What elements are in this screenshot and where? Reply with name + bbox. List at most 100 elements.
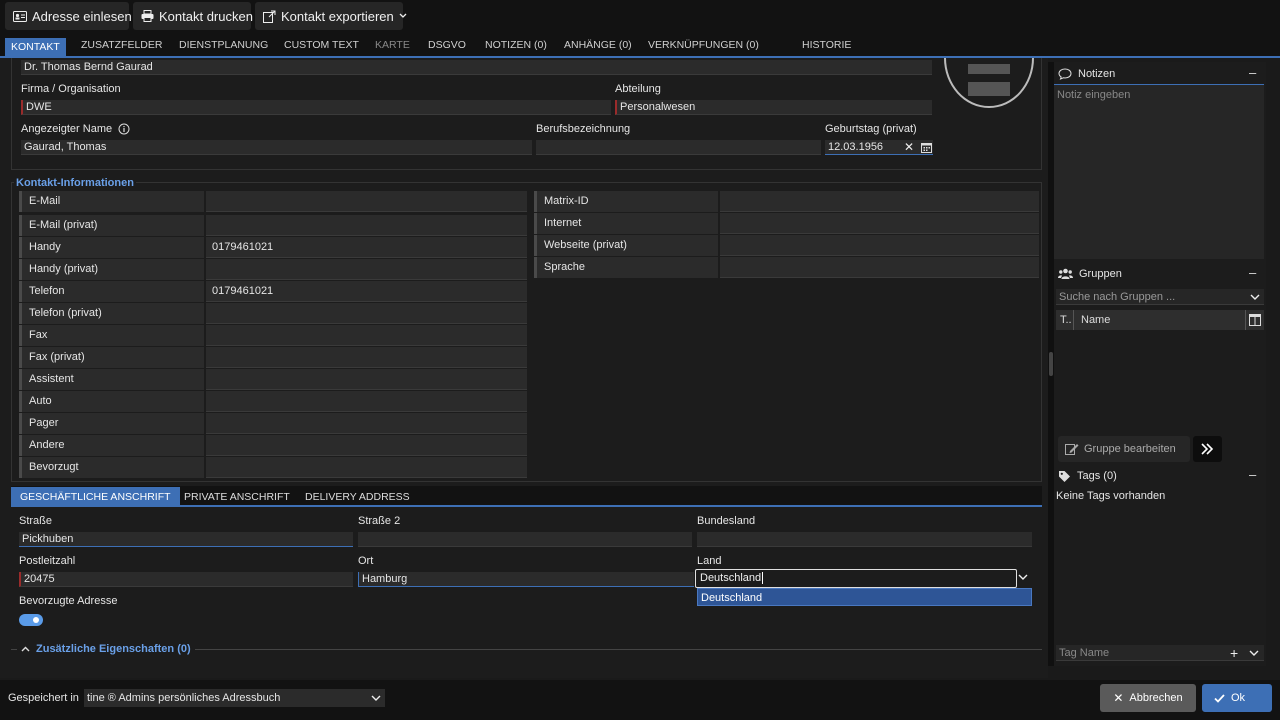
chevron-down-icon[interactable] [1249,650,1259,657]
job-title-label: Berufsbezeichnung [536,123,631,135]
state-field[interactable] [697,532,1032,547]
chevron-down-icon[interactable] [1018,574,1028,581]
contact-info-label: Fax [19,325,204,346]
export-contact-button[interactable]: Kontakt exportieren [255,2,407,30]
mobile-private-field[interactable] [206,259,527,280]
chevron-down-icon[interactable] [371,695,381,702]
other-phone-field[interactable] [206,435,527,456]
tags-title: Tags (0) [1077,470,1117,482]
saved-in-label: Gespeichert in [8,692,79,704]
chevron-down-icon[interactable] [1250,294,1260,301]
preferred-address-toggle[interactable] [19,614,43,626]
email-private-field[interactable] [206,215,527,236]
state-label: Bundesland [697,515,756,527]
assistant-field[interactable] [206,369,527,390]
matrix-id-field[interactable] [720,191,1039,212]
clear-date-icon[interactable]: ✕ [904,140,914,154]
ok-label: Ok [1231,692,1246,704]
display-name-field[interactable]: Gaurad, Thomas [21,140,532,155]
collapse-icon[interactable]: – [1249,467,1256,482]
contact-info-label: Matrix-ID [534,191,718,212]
internet-field[interactable] [720,213,1039,234]
phone-field[interactable]: 0179461021 [206,281,527,302]
tab-historie[interactable]: HISTORIE [796,39,857,58]
ok-button[interactable]: Ok [1202,684,1272,712]
fax-private-field[interactable] [206,347,527,368]
job-title-field[interactable] [536,140,821,155]
zip-field[interactable]: 20475 [19,572,353,587]
read-address-label: Adresse einlesen [32,8,132,24]
preferred-phone-field[interactable] [206,457,527,478]
extra-props-toggle[interactable]: Zusätzliche Eigenschaften (0) [17,643,195,655]
tab-verknuepfungen[interactable]: VERKNÜPFUNGEN (0) [642,39,765,58]
read-address-button[interactable]: Adresse einlesen [5,2,132,30]
print-contact-button[interactable]: Kontakt drucken [133,2,253,30]
tab-dienstplanung[interactable]: DIENSTPLANUNG [173,39,274,58]
splitter-handle[interactable] [1049,352,1053,376]
tag-name-placeholder: Tag Name [1059,647,1110,659]
language-field[interactable] [720,257,1039,278]
tab-dsgvo[interactable]: DSGVO [422,39,472,58]
id-card-icon [13,10,27,22]
country-dropdown-option[interactable]: Deutschland [697,588,1032,606]
contact-info-label: Handy [19,237,204,258]
tab-private-address[interactable]: PRIVATE ANSCHRIFT [184,487,290,507]
website-private-field[interactable] [720,235,1039,256]
export-icon [263,10,276,23]
city-field[interactable]: Hamburg [358,572,694,587]
country-label: Land [697,555,722,567]
edit-group-button[interactable]: Gruppe bearbeiten [1058,436,1190,462]
columns-icon[interactable] [1249,314,1261,326]
display-name-label-wrap: Angezeigter Name [21,123,130,135]
plus-icon[interactable]: + [1230,646,1238,660]
full-name-field[interactable]: Dr. Thomas Bernd Gaurad [21,60,932,75]
tab-delivery-address[interactable]: DELIVERY ADDRESS [305,487,410,507]
group-search-input[interactable]: Suche nach Gruppen ... [1056,289,1264,305]
tab-anhaenge[interactable]: ANHÄNGE (0) [558,39,638,58]
pager-field[interactable] [206,413,527,434]
chevron-up-icon [21,646,30,652]
notes-header: Notizen [1058,64,1115,84]
preferred-address-label: Bevorzugte Adresse [19,595,118,607]
groups-grid-header: T.. Name [1056,310,1264,330]
tab-business-address[interactable]: GESCHÄFTLICHE ANSCHRIFT [11,487,180,507]
tag-icon [1058,470,1071,483]
country-combobox[interactable]: Deutschland [695,569,1017,588]
tab-kontakt[interactable]: KONTAKT [5,38,66,58]
contact-info-label: Fax (privat) [19,347,204,368]
tab-notizen[interactable]: NOTIZEN (0) [479,39,553,58]
notes-textarea[interactable]: Notiz eingeben [1054,84,1264,259]
company-field[interactable]: DWE [21,100,611,115]
text-cursor [762,572,764,584]
contact-form: Dr. Thomas Bernd Gaurad Firma / Organisa… [0,58,1048,678]
tab-karte[interactable]: KARTE [369,39,416,58]
contact-info-label: Assistent [19,369,204,390]
fax-field[interactable] [206,325,527,346]
info-icon[interactable] [118,123,130,135]
tab-custom-text[interactable]: CUSTOM TEXT [278,39,365,58]
department-label: Abteilung [615,83,661,95]
more-actions-button[interactable] [1193,436,1222,462]
email-field[interactable] [206,191,527,212]
collapse-icon[interactable]: – [1249,65,1256,80]
notes-title: Notizen [1078,68,1116,80]
group-col-name[interactable]: Name [1076,310,1246,330]
group-col-type[interactable]: T.. [1056,310,1074,330]
department-field[interactable]: Personalwesen [615,100,932,115]
mobile-field[interactable]: 0179461021 [206,237,527,258]
phone-private-field[interactable] [206,303,527,324]
groups-title: Gruppen [1079,268,1122,280]
contact-info-label: Pager [19,413,204,434]
comment-icon [1058,68,1072,80]
street-field[interactable]: Pickhuben [19,532,353,547]
collapse-icon[interactable]: – [1249,265,1256,280]
street2-field[interactable] [358,532,692,547]
birthday-field[interactable]: 12.03.1956 [825,140,933,155]
tab-zusatzfelder[interactable]: ZUSATZFELDER [75,39,168,58]
car-phone-field[interactable] [206,391,527,412]
addressbook-select[interactable]: tine ® Admins persönliches Adressbuch [84,689,385,707]
cancel-button[interactable]: ✕ Abbrechen [1100,684,1196,712]
calendar-icon[interactable] [921,142,932,153]
contact-info-label: Handy (privat) [19,259,204,280]
double-chevron-right-icon [1201,443,1214,455]
